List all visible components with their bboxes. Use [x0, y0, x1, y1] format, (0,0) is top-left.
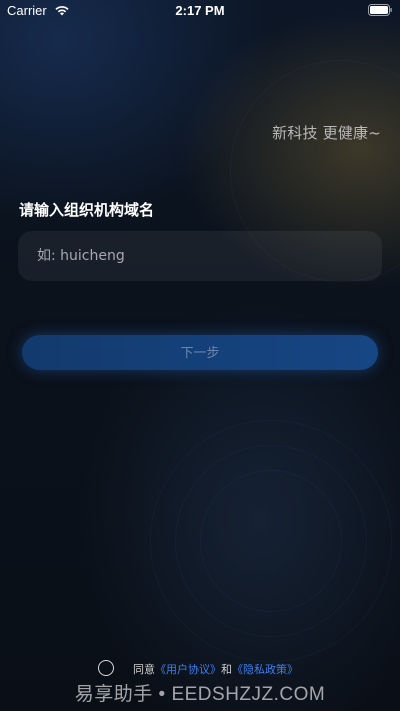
agree-checkbox[interactable]	[98, 660, 114, 676]
agree-conjunction: 和	[221, 663, 232, 676]
status-time: 2:17 PM	[175, 3, 225, 18]
domain-label: 请输入组织机构域名	[19, 201, 155, 219]
tagline: 新科技 更健康~	[272, 124, 381, 142]
login-screen: Carrier 2:17 PM 新科技 更健康~ 请输入组织机构域名 下一步 同…	[0, 0, 400, 711]
agreement-row: 同意《用户协议》和《隐私政策》	[0, 659, 400, 679]
agree-prefix: 同意	[133, 663, 155, 676]
background-swirl	[200, 470, 342, 612]
battery-icon	[368, 4, 392, 16]
user-agreement-link[interactable]: 《用户协议》	[155, 663, 221, 676]
watermark: 易享助手 • EEDSHZJZ.COM	[74, 684, 326, 705]
next-button[interactable]: 下一步	[22, 335, 378, 370]
privacy-policy-link[interactable]: 《隐私政策》	[232, 663, 298, 676]
status-bar: Carrier 2:17 PM	[0, 0, 400, 22]
domain-input-container	[18, 231, 382, 281]
domain-input[interactable]	[18, 231, 382, 281]
agreement-text: 同意《用户协议》和《隐私政策》	[133, 661, 298, 677]
